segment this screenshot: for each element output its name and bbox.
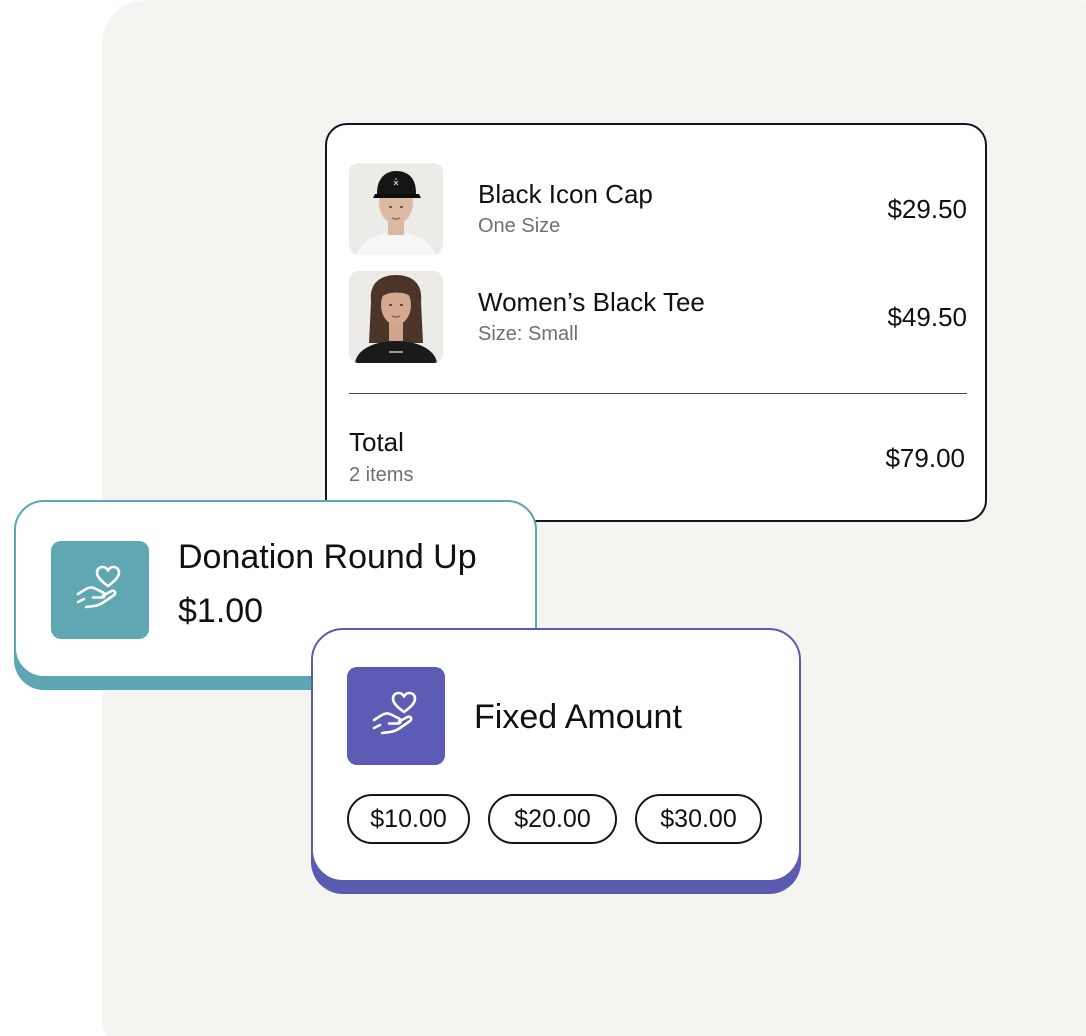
cart-summary-card: Black Icon Cap One Size $29.50 Women’s B (325, 123, 987, 522)
total-label: Total (349, 427, 404, 457)
amount-option-button[interactable]: $10.00 (347, 794, 470, 844)
item-detail: Size: Small (478, 323, 579, 345)
amount-option-button[interactable]: $30.00 (635, 794, 762, 844)
fixed-amount-title: Fixed Amount (474, 698, 682, 736)
item-price: $49.50 (887, 302, 967, 332)
hand-heart-icon (51, 541, 149, 639)
product-image-tee (349, 271, 443, 363)
round-up-title: Donation Round Up (178, 538, 477, 576)
fixed-amount-card: Fixed Amount $10.00 $20.00 $30.00 (311, 628, 801, 882)
item-name: Black Icon Cap (478, 179, 653, 209)
total-item-count: 2 items (349, 464, 414, 486)
cart-item: Women’s Black Tee Size: Small $49.50 (349, 271, 967, 363)
total-price: $79.00 (885, 443, 965, 473)
divider (349, 393, 967, 394)
canvas: Black Icon Cap One Size $29.50 Women’s B (0, 0, 1086, 1036)
hand-heart-icon (347, 667, 445, 765)
cart-item: Black Icon Cap One Size $29.50 (349, 163, 967, 255)
item-name: Women’s Black Tee (478, 287, 705, 317)
amount-option-button[interactable]: $20.00 (488, 794, 617, 844)
item-detail: One Size (478, 215, 561, 237)
round-up-amount: $1.00 (178, 592, 264, 630)
product-image-cap (349, 163, 443, 255)
item-price: $29.50 (887, 194, 967, 224)
